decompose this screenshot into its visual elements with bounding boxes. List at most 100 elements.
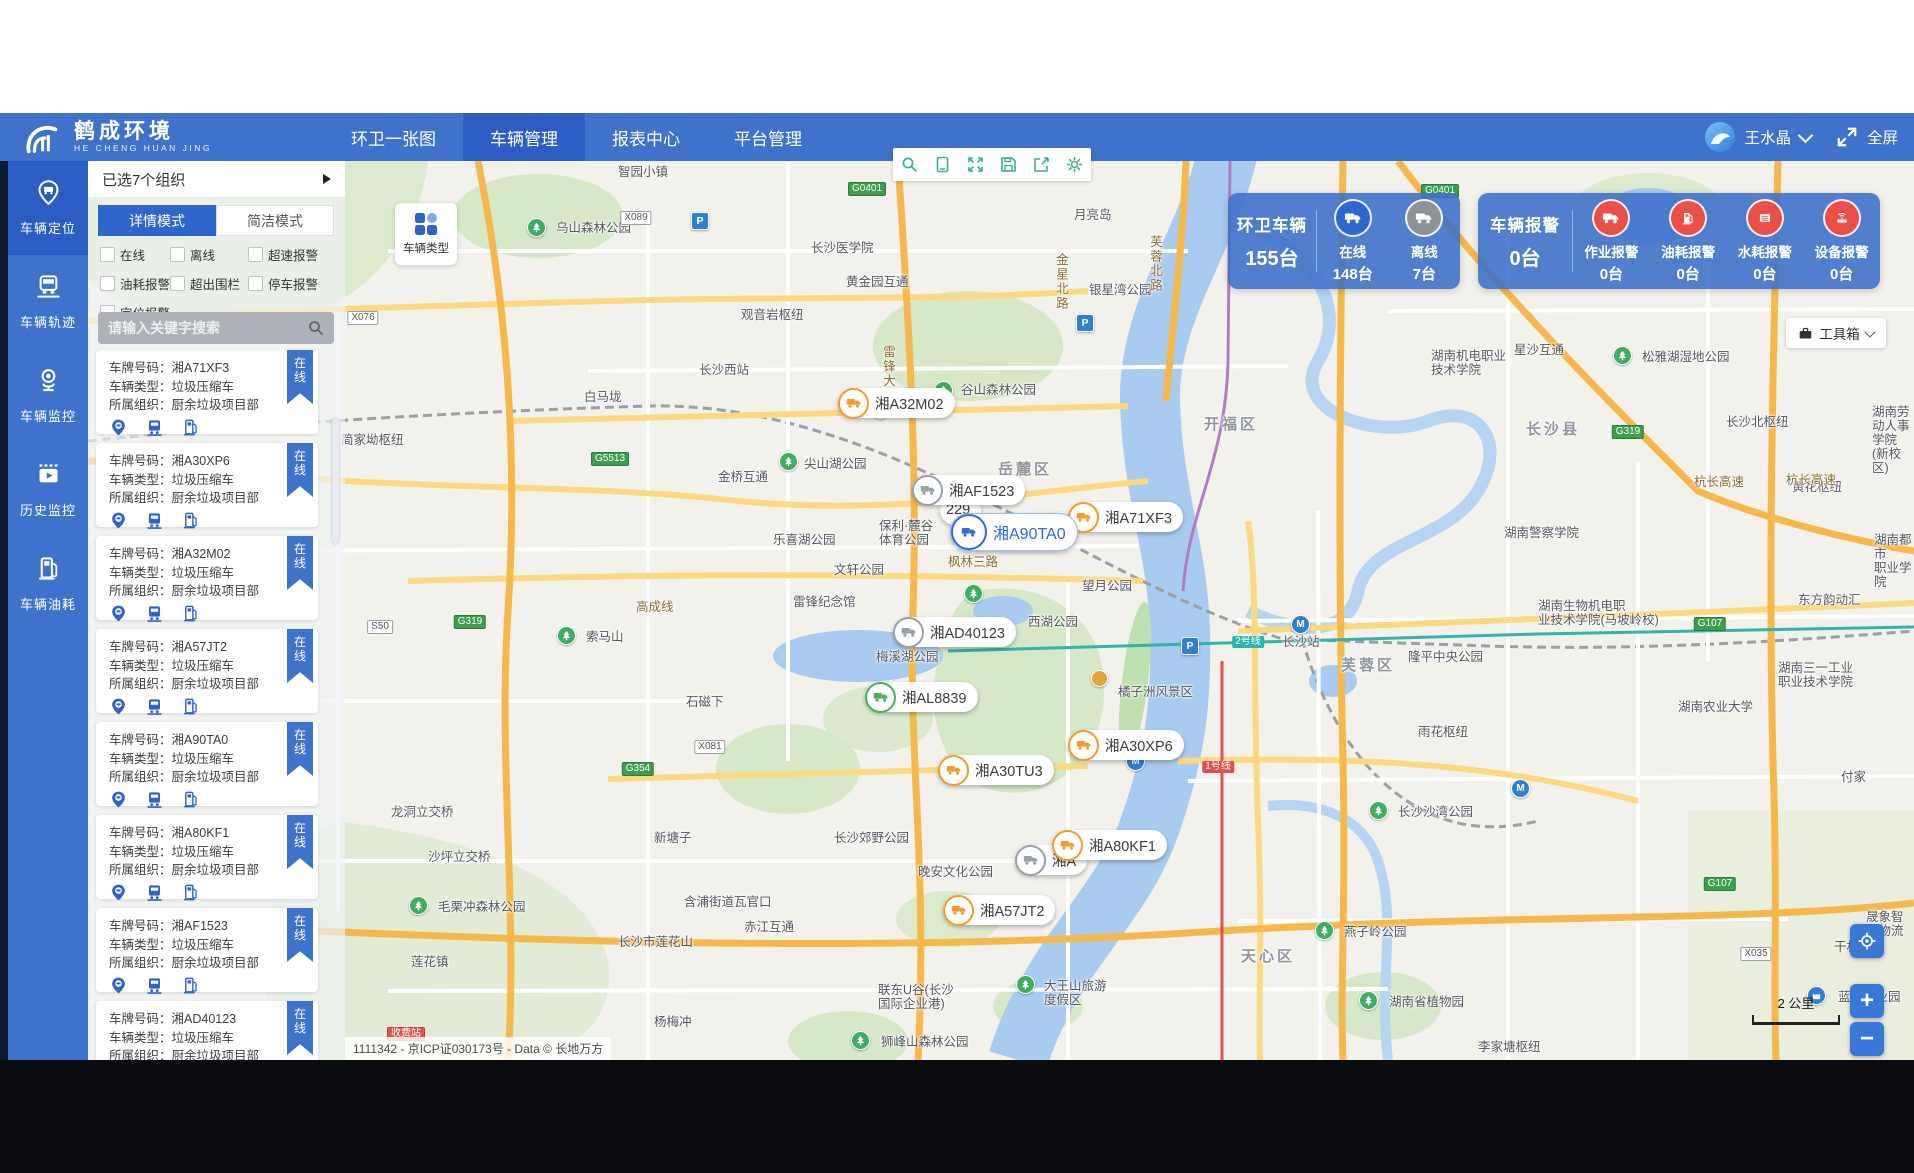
stat-label: 设备报警 <box>1815 241 1869 261</box>
filter-在线[interactable]: 在线 <box>100 245 170 264</box>
alarm-stats-panel: 车辆报警0台作业报警0台油耗报警0台水耗报警0台设备报警0台 <box>1478 193 1880 289</box>
filter-超出围栏[interactable]: 超出围栏 <box>170 274 248 293</box>
vehicle-marker-湘A90TA0[interactable]: 湘A90TA0 <box>950 513 1078 551</box>
track-icon[interactable] <box>145 604 164 628</box>
vehicle-marker-湘A57JT2[interactable]: 湘A57JT2 <box>943 895 1055 925</box>
chevron-down-icon[interactable] <box>1798 127 1814 143</box>
search-icon[interactable] <box>308 320 324 336</box>
vehicle-type-button[interactable]: 车辆类型 <box>395 203 457 265</box>
checkbox-icon[interactable] <box>100 276 115 291</box>
track-icon[interactable] <box>145 697 164 721</box>
filter-停车报警[interactable]: 停车报警 <box>248 274 340 293</box>
vehicle-marker-湘A32M02[interactable]: 湘A32M02 <box>838 388 955 418</box>
track-icon[interactable] <box>145 418 164 442</box>
fuel-icon[interactable] <box>181 418 200 442</box>
pin-icon[interactable] <box>109 511 128 535</box>
checkbox-icon[interactable] <box>248 247 263 262</box>
sidebar-item-车辆轨迹[interactable]: 车辆轨迹 <box>8 255 88 349</box>
zoom-out-button[interactable]: − <box>1850 1022 1884 1056</box>
vehicle-card[interactable]: 车牌号码：湘AD40123车辆类型：垃圾压缩车所属组织：厨余垃圾项目部在线 <box>96 1001 318 1060</box>
checkbox-icon[interactable] <box>170 247 185 262</box>
fuel-icon[interactable] <box>181 883 200 907</box>
card-type: 车辆类型：垃圾压缩车 <box>109 750 318 769</box>
panel-scrollbar[interactable] <box>332 418 339 544</box>
vehicle-card[interactable]: 车牌号码：湘AF1523车辆类型：垃圾压缩车所属组织：厨余垃圾项目部在线 <box>96 908 318 992</box>
nav-item-车辆管理[interactable]: 车辆管理 <box>463 113 585 161</box>
tab-简洁模式[interactable]: 简洁模式 <box>216 205 334 236</box>
stat-油耗报警: 油耗报警0台 <box>1650 199 1727 284</box>
fuel-icon[interactable] <box>181 511 200 535</box>
track-icon[interactable] <box>145 790 164 814</box>
map-label: 保利·麓谷 体育公园 <box>879 519 933 547</box>
map-scale: 2 公里 <box>1752 993 1840 1025</box>
vehicle-card[interactable]: 车牌号码：湘A32M02车辆类型：垃圾压缩车所属组织：厨余垃圾项目部在线 <box>96 536 318 620</box>
user-name[interactable]: 王水晶 <box>1744 126 1791 148</box>
search-placeholder: 请输入关键字搜索 <box>108 318 308 338</box>
vehicle-card[interactable]: 车牌号码：湘A80KF1车辆类型：垃圾压缩车所属组织：厨余垃圾项目部在线 <box>96 815 318 899</box>
fuel-icon[interactable] <box>181 604 200 628</box>
pin-icon[interactable] <box>109 790 128 814</box>
track-icon[interactable] <box>145 511 164 535</box>
vehicle-marker-湘AF1523[interactable]: 湘AF1523 <box>912 475 1025 505</box>
sidebar-item-车辆定位[interactable]: 车辆定位 <box>8 161 88 255</box>
park-poi-icon <box>964 584 983 603</box>
expand-icon[interactable] <box>959 148 992 181</box>
checkbox-icon[interactable] <box>170 276 185 291</box>
fullscreen-label[interactable]: 全屏 <box>1867 126 1898 148</box>
sidebar-item-历史监控[interactable]: 历史监控 <box>8 443 88 537</box>
screen-icon[interactable] <box>926 148 959 181</box>
vehicle-marker-湘AL8839[interactable]: 湘AL8839 <box>865 682 978 712</box>
checkbox-icon[interactable] <box>248 276 263 291</box>
fuel-icon[interactable] <box>181 697 200 721</box>
card-actions <box>109 418 318 442</box>
pin-icon[interactable] <box>109 697 128 721</box>
toolbox-button[interactable]: 工具箱 <box>1786 318 1886 348</box>
track-icon[interactable] <box>145 883 164 907</box>
avatar[interactable] <box>1705 122 1735 152</box>
export-icon[interactable] <box>1025 148 1058 181</box>
expand-panel-icon[interactable] <box>323 174 331 184</box>
fuel-icon[interactable] <box>181 790 200 814</box>
vehicle-marker-湘A71XF3[interactable]: 湘A71XF3 <box>1068 502 1183 532</box>
marker-plate: 湘AL8839 <box>902 687 967 708</box>
vehicle-card[interactable]: 车牌号码：湘A30XP6车辆类型：垃圾压缩车所属组织：厨余垃圾项目部在线 <box>96 443 318 527</box>
pin-icon[interactable] <box>109 883 128 907</box>
pin-icon[interactable] <box>109 976 128 1000</box>
search-input[interactable]: 请输入关键字搜索 <box>98 312 334 344</box>
pin-icon[interactable] <box>109 418 128 442</box>
vehicle-card[interactable]: 车牌号码：湘A57JT2车辆类型：垃圾压缩车所属组织：厨余垃圾项目部在线 <box>96 629 318 713</box>
pin-icon[interactable] <box>109 604 128 628</box>
vehicle-marker-湘A80KF1[interactable]: 湘A80KF1 <box>1052 830 1167 860</box>
map-label: 赤江互通 <box>744 920 794 934</box>
nav-item-环卫一张图[interactable]: 环卫一张图 <box>324 113 463 161</box>
filter-油耗报警[interactable]: 油耗报警 <box>100 274 170 293</box>
vehicle-marker-湘A30TU3[interactable]: 湘A30TU3 <box>938 755 1054 785</box>
track-icon[interactable] <box>145 976 164 1000</box>
nav-item-报表中心[interactable]: 报表中心 <box>585 113 707 161</box>
sidebar-item-车辆监控[interactable]: 车辆监控 <box>8 349 88 443</box>
fullscreen-icon[interactable] <box>1836 126 1858 148</box>
org-selector[interactable]: 已选7个组织 <box>88 161 345 197</box>
map-label: 东方韵动汇 <box>1798 593 1861 607</box>
filter-超速报警[interactable]: 超速报警 <box>248 245 340 264</box>
vehicle-card[interactable]: 车牌号码：湘A90TA0车辆类型：垃圾压缩车所属组织：厨余垃圾项目部在线 <box>96 722 318 806</box>
locate-button[interactable] <box>1850 924 1884 958</box>
stat-count: 0台 <box>1830 263 1853 284</box>
save-icon[interactable] <box>992 148 1025 181</box>
filter-离线[interactable]: 离线 <box>170 245 248 264</box>
zoom-in-button[interactable]: + <box>1850 984 1884 1018</box>
tab-详情模式[interactable]: 详情模式 <box>98 205 216 236</box>
settings-icon[interactable] <box>1058 148 1091 181</box>
zoom-icon[interactable] <box>893 148 926 181</box>
sidebar: 车辆定位车辆轨迹车辆监控历史监控车辆油耗 <box>8 161 88 1060</box>
park-poi-icon <box>1613 346 1632 365</box>
vehicle-marker-湘AD40123[interactable]: 湘AD40123 <box>893 617 1016 647</box>
fuel-icon[interactable] <box>181 976 200 1000</box>
nav-item-平台管理[interactable]: 平台管理 <box>707 113 829 161</box>
map-canvas[interactable]: 智园小镇乌山森林公园长沙医学院黄金园互通月亮岛银星湾公园观音岩枢纽谷山森林公园长… <box>88 161 1914 1060</box>
vehicle-card[interactable]: 车牌号码：湘A71XF3车辆类型：垃圾压缩车所属组织：厨余垃圾项目部在线 <box>96 350 318 434</box>
checkbox-icon[interactable] <box>100 247 115 262</box>
sidebar-item-车辆油耗[interactable]: 车辆油耗 <box>8 537 88 631</box>
parking-poi-icon: P <box>691 212 709 230</box>
vehicle-marker-湘A30XP6[interactable]: 湘A30XP6 <box>1068 730 1184 760</box>
